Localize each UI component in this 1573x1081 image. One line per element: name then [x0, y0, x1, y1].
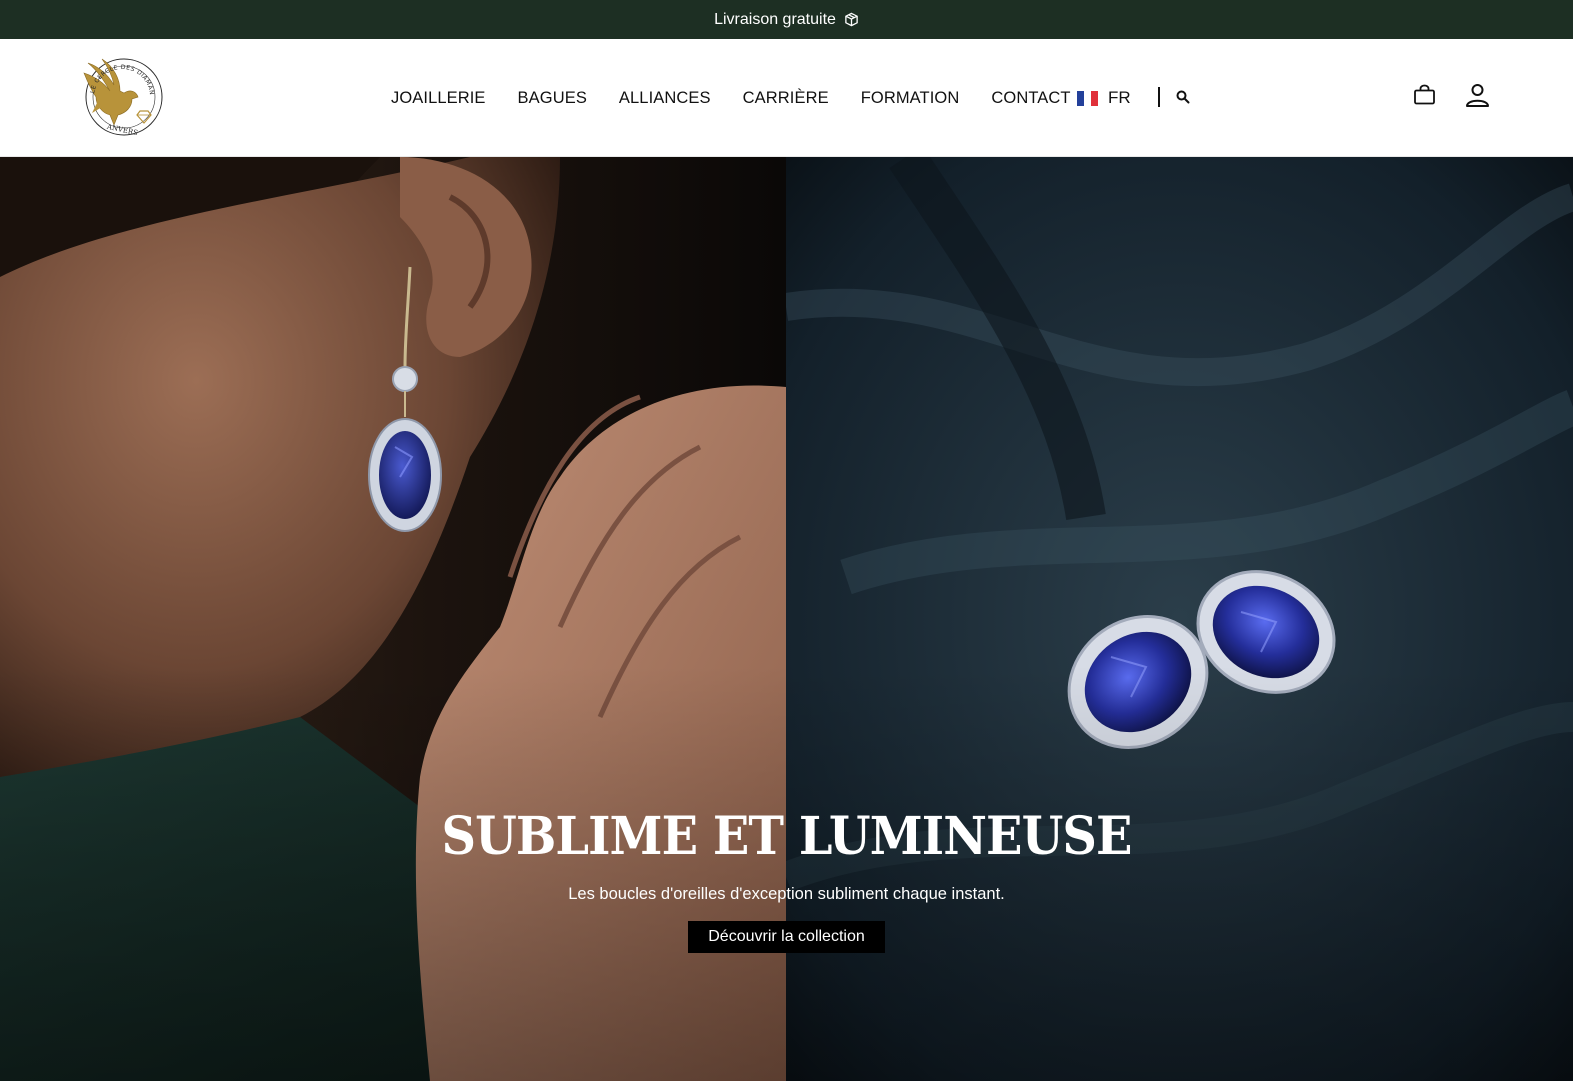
site-header: LE CERCLE DES DIAMANTAIRES ANVERS JOAILL…	[0, 39, 1573, 157]
user-icon[interactable]	[1464, 82, 1491, 109]
hero-title: SUBLIME ET LUMINEUSE	[441, 806, 1132, 867]
french-flag-icon	[1077, 90, 1098, 106]
nav-alliances[interactable]: ALLIANCES	[603, 89, 727, 108]
hero-content: SUBLIME ET LUMINEUSE Les boucles d'oreil…	[0, 805, 1573, 953]
eagle-logo[interactable]: LE CERCLE DES DIAMANTAIRES ANVERS	[74, 53, 170, 141]
nav-formation[interactable]: FORMATION	[845, 89, 976, 108]
hero-subtitle: Les boucles d'oreilles d'exception subli…	[568, 885, 1005, 903]
header-divider	[1158, 87, 1160, 107]
nav-joaillerie[interactable]: JOAILLERIE	[375, 89, 502, 108]
announcement-text: Livraison gratuite	[714, 10, 836, 28]
nav-bagues[interactable]: BAGUES	[502, 89, 603, 108]
language-code: FR	[1108, 88, 1131, 107]
nav-carriere[interactable]: CARRIÈRE	[727, 89, 845, 108]
discover-collection-button[interactable]: Découvrir la collection	[688, 921, 885, 953]
announcement-bar: Livraison gratuite	[0, 0, 1573, 39]
language-selector[interactable]: FR	[1077, 39, 1131, 157]
nav-contact[interactable]: CONTACT	[975, 89, 1086, 108]
hero-banner: SUBLIME ET LUMINEUSE Les boucles d'oreil…	[0, 157, 1573, 1081]
search-icon[interactable]	[1175, 89, 1191, 105]
package-icon	[845, 12, 858, 27]
shopping-bag-icon[interactable]	[1412, 83, 1437, 108]
main-nav: JOAILLERIE BAGUES ALLIANCES CARRIÈRE FOR…	[375, 39, 1087, 157]
